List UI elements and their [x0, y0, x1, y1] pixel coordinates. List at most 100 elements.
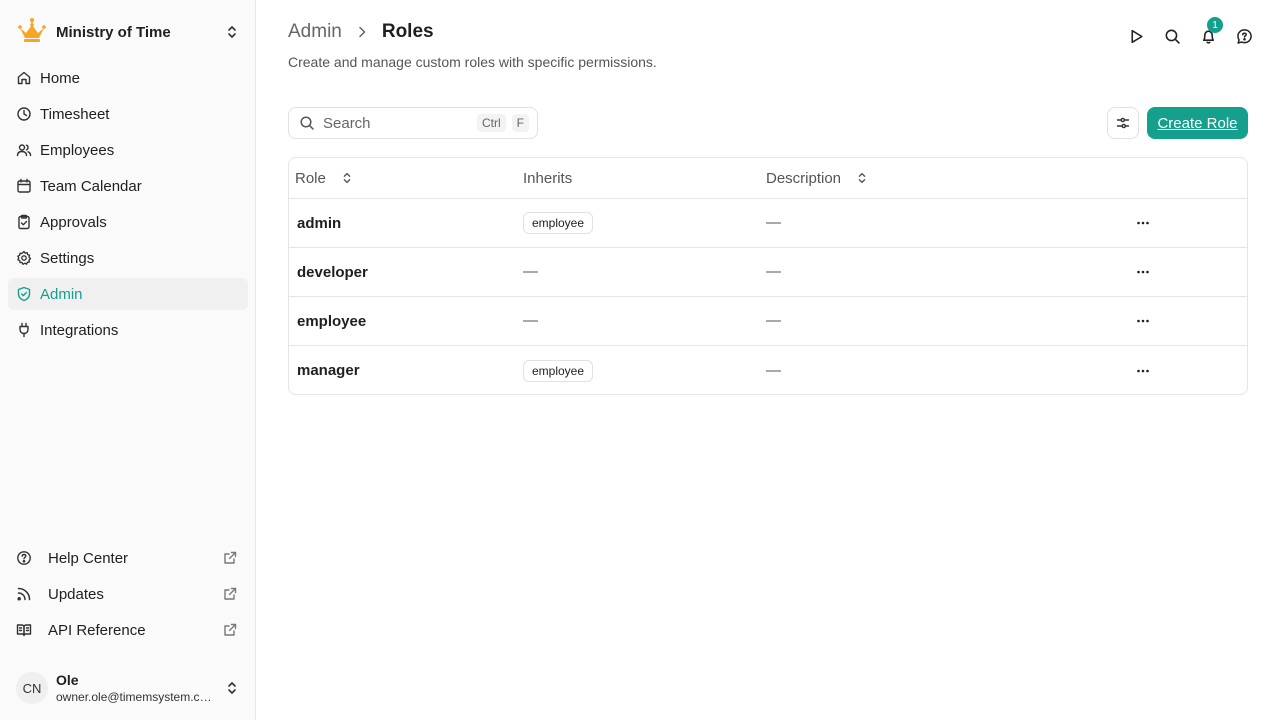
sidebar-item-integrations[interactable]: Integrations — [8, 314, 248, 346]
sidebar-item-label: API Reference — [48, 621, 146, 639]
role-name: admin — [297, 214, 342, 232]
sidebar-item-label: Admin — [40, 285, 83, 303]
clock-icon — [16, 106, 32, 122]
user-name: Ole — [56, 671, 79, 688]
description-cell: — — [760, 263, 1120, 281]
description-cell: — — [760, 214, 1120, 232]
sidebar-item-settings[interactable]: Settings — [8, 242, 248, 274]
sidebar-item-updates[interactable]: Updates — [8, 578, 248, 610]
gear-icon — [16, 250, 32, 266]
calendar-icon — [16, 178, 32, 194]
play-button[interactable] — [1124, 24, 1148, 48]
column-role: Role — [289, 158, 517, 198]
row-actions-button[interactable] — [1131, 309, 1155, 333]
shield-check-icon — [16, 286, 32, 302]
footer-nav: Help Center Updates API Reference — [8, 542, 248, 650]
sidebar-item-label: Approvals — [40, 213, 107, 231]
sort-icon[interactable] — [340, 171, 354, 185]
sidebar-item-employees[interactable]: Employees — [8, 134, 248, 166]
inherits-text: — — [523, 263, 538, 280]
page-title: Roles — [381, 21, 434, 42]
inherits-cell: employee — [517, 359, 760, 382]
main-nav: Home Timesheet Employees Team Calendar A… — [8, 62, 248, 350]
table-row[interactable]: developer — — — [289, 248, 1247, 297]
sliders-icon — [1116, 117, 1130, 129]
inherits-cell: employee — [517, 212, 760, 234]
org-name: Ministry of Time — [56, 23, 171, 41]
description-text: — — [766, 361, 781, 379]
column-role-label: Role — [295, 169, 326, 187]
shortcut-ctrl: Ctrl — [476, 114, 506, 132]
org-switcher[interactable]: Ministry of Time — [8, 14, 248, 50]
notification-badge: 1 — [1207, 17, 1223, 33]
role-name: manager — [297, 362, 360, 379]
table-row[interactable]: manager employee — — [289, 346, 1247, 394]
description-cell: — — [760, 312, 1120, 330]
search-button[interactable] — [1160, 24, 1184, 48]
sidebar-item-help-center[interactable]: Help Center — [8, 542, 248, 574]
roles-table: Role Inherits Description admin employee — [288, 157, 1248, 395]
user-email: owner.ole@timemsystem.com — [56, 689, 214, 704]
inherits-cell: — — [517, 312, 760, 330]
sidebar-item-timesheet[interactable]: Timesheet — [8, 98, 248, 130]
sidebar-item-label: Employees — [40, 141, 115, 159]
role-name: developer — [297, 263, 368, 281]
sidebar: Ministry of Time Home Timesheet Employee… — [0, 0, 256, 720]
row-actions-button[interactable] — [1131, 211, 1155, 235]
plug-icon — [16, 322, 32, 338]
chevron-right-icon — [354, 24, 370, 40]
column-inherits-label: Inherits — [523, 169, 573, 187]
sidebar-item-api-reference[interactable]: API Reference — [8, 614, 248, 646]
users-icon — [16, 142, 32, 158]
main-content: Admin Roles Create and manage custom rol… — [256, 0, 1280, 720]
sort-icon[interactable] — [855, 171, 869, 185]
inherits-chip: employee — [523, 212, 594, 234]
sidebar-item-team-calendar[interactable]: Team Calendar — [8, 170, 248, 202]
create-role-button[interactable]: Create Role — [1147, 107, 1248, 139]
view-options-button[interactable] — [1107, 107, 1139, 139]
column-actions — [1120, 158, 1247, 198]
play-icon — [1130, 29, 1143, 43]
chevrons-up-down-icon — [224, 680, 240, 696]
shortcut-key: F — [511, 114, 529, 132]
crown-icon — [16, 16, 48, 48]
inherits-cell: — — [517, 263, 760, 281]
sidebar-item-label: Integrations — [40, 321, 119, 339]
clipboard-check-icon — [16, 214, 32, 230]
user-menu[interactable]: CN Ole owner.ole@timemsystem.com — [8, 664, 248, 712]
column-inherits: Inherits — [517, 158, 760, 198]
notifications-button[interactable]: 1 — [1196, 17, 1223, 48]
help-circle-icon — [16, 550, 32, 566]
table-row[interactable]: employee — — — [289, 297, 1247, 346]
row-actions-button[interactable] — [1131, 359, 1155, 383]
home-icon — [16, 70, 32, 86]
sidebar-item-admin[interactable]: Admin — [8, 278, 248, 310]
sidebar-item-label: Timesheet — [40, 105, 110, 123]
more-horizontal-icon — [1137, 221, 1149, 225]
external-link-icon — [222, 586, 238, 602]
book-icon — [16, 622, 32, 638]
sidebar-item-label: Team Calendar — [40, 177, 142, 195]
table-header: Role Inherits Description — [289, 158, 1247, 199]
more-horizontal-icon — [1137, 270, 1149, 274]
header-actions: 1 — [1112, 17, 1256, 48]
breadcrumb: Admin Roles — [288, 21, 434, 43]
search-icon — [299, 115, 315, 131]
description-text: — — [766, 312, 781, 329]
column-description-label: Description — [766, 169, 842, 187]
chevrons-up-down-icon — [224, 24, 240, 40]
column-description: Description — [760, 158, 1120, 198]
table-row[interactable]: admin employee — — [289, 199, 1247, 248]
create-role-label: Create Role — [1157, 114, 1238, 132]
sidebar-item-approvals[interactable]: Approvals — [8, 206, 248, 238]
inherits-chip: employee — [523, 359, 594, 382]
help-chat-button[interactable] — [1232, 24, 1256, 48]
breadcrumb-admin-link[interactable]: Admin — [288, 21, 342, 43]
sidebar-item-home[interactable]: Home — [8, 62, 248, 94]
rss-icon — [16, 586, 32, 602]
search-input[interactable] — [323, 114, 471, 132]
search-field[interactable]: Ctrl F — [288, 107, 538, 139]
row-actions-button[interactable] — [1131, 260, 1155, 284]
description-cell: — — [760, 362, 1120, 380]
page-subtitle: Create and manage custom roles with spec… — [288, 54, 657, 70]
